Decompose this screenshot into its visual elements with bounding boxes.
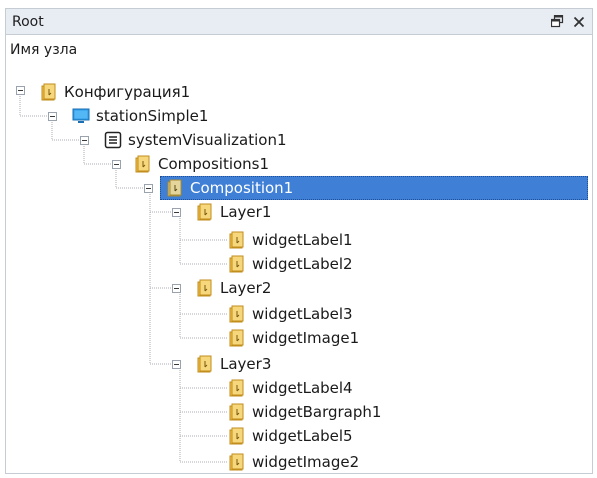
node-tree: Конфигурация1 stationSimple1 systemVisua…: [0, 0, 597, 478]
collapse-toggle[interactable]: [172, 208, 181, 217]
folder-icon: [41, 83, 56, 101]
document-icon: [229, 231, 244, 249]
collapse-toggle[interactable]: [172, 360, 181, 369]
collapse-toggle[interactable]: [172, 284, 181, 293]
document-icon: [229, 427, 244, 445]
node-label: widgetImage1: [252, 329, 360, 347]
tree-node-layer3[interactable]: Layer3: [196, 352, 271, 376]
tree-node-widget-label3[interactable]: widgetLabel3: [228, 302, 353, 326]
folder-icon: [197, 279, 212, 297]
node-label: Composition1: [190, 179, 294, 197]
tree-node-layer1[interactable]: Layer1: [196, 200, 271, 224]
document-icon: [229, 329, 244, 347]
tree-node-station[interactable]: stationSimple1: [72, 104, 208, 128]
collapse-toggle[interactable]: [144, 184, 153, 193]
node-label: widgetLabel1: [252, 231, 353, 249]
tree-node-widget-label4[interactable]: widgetLabel4: [228, 376, 353, 400]
folder-icon: [197, 355, 212, 373]
list-icon: [104, 131, 122, 149]
collapse-toggle[interactable]: [16, 86, 25, 95]
monitor-icon: [72, 108, 90, 123]
tree-node-compositions[interactable]: Compositions1: [134, 152, 269, 176]
folder-icon: [167, 179, 182, 197]
tree-node-widget-label1[interactable]: widgetLabel1: [228, 228, 353, 252]
node-label: widgetLabel2: [252, 255, 353, 273]
node-label: widgetLabel3: [252, 305, 353, 323]
tree-node-widget-label2[interactable]: widgetLabel2: [228, 252, 353, 276]
node-label: widgetLabel4: [252, 379, 353, 397]
tree-node-widget-image2[interactable]: widgetImage2: [228, 450, 359, 474]
node-label: widgetLabel5: [252, 427, 353, 445]
node-label: Layer3: [220, 355, 272, 373]
node-label: widgetBargraph1: [252, 403, 382, 421]
tree-node-composition1[interactable]: Composition1: [166, 176, 293, 200]
node-label: Конфигурация1: [64, 83, 191, 101]
folder-icon: [135, 155, 150, 173]
node-label: widgetImage2: [252, 453, 360, 471]
node-label: stationSimple1: [96, 107, 209, 125]
tree-node-widget-label5[interactable]: widgetLabel5: [228, 424, 353, 448]
document-icon: [229, 255, 244, 273]
tree-node-widget-image1[interactable]: widgetImage1: [228, 326, 359, 350]
document-icon: [229, 403, 244, 421]
collapse-toggle[interactable]: [112, 160, 121, 169]
node-label: systemVisualization1: [128, 131, 287, 149]
folder-icon: [197, 203, 212, 221]
tree-node-system-visualization[interactable]: systemVisualization1: [104, 128, 287, 152]
document-icon: [229, 453, 244, 471]
node-label: Compositions1: [158, 155, 270, 173]
node-label: Layer1: [220, 203, 272, 221]
document-icon: [229, 305, 244, 323]
tree-node-configuration1[interactable]: Конфигурация1: [40, 80, 190, 104]
document-icon: [229, 379, 244, 397]
tree-node-widget-bargraph1[interactable]: widgetBargraph1: [228, 400, 381, 424]
collapse-toggle[interactable]: [80, 136, 89, 145]
node-label: Layer2: [220, 279, 272, 297]
collapse-toggle[interactable]: [48, 112, 57, 121]
tree-node-layer2[interactable]: Layer2: [196, 276, 271, 300]
